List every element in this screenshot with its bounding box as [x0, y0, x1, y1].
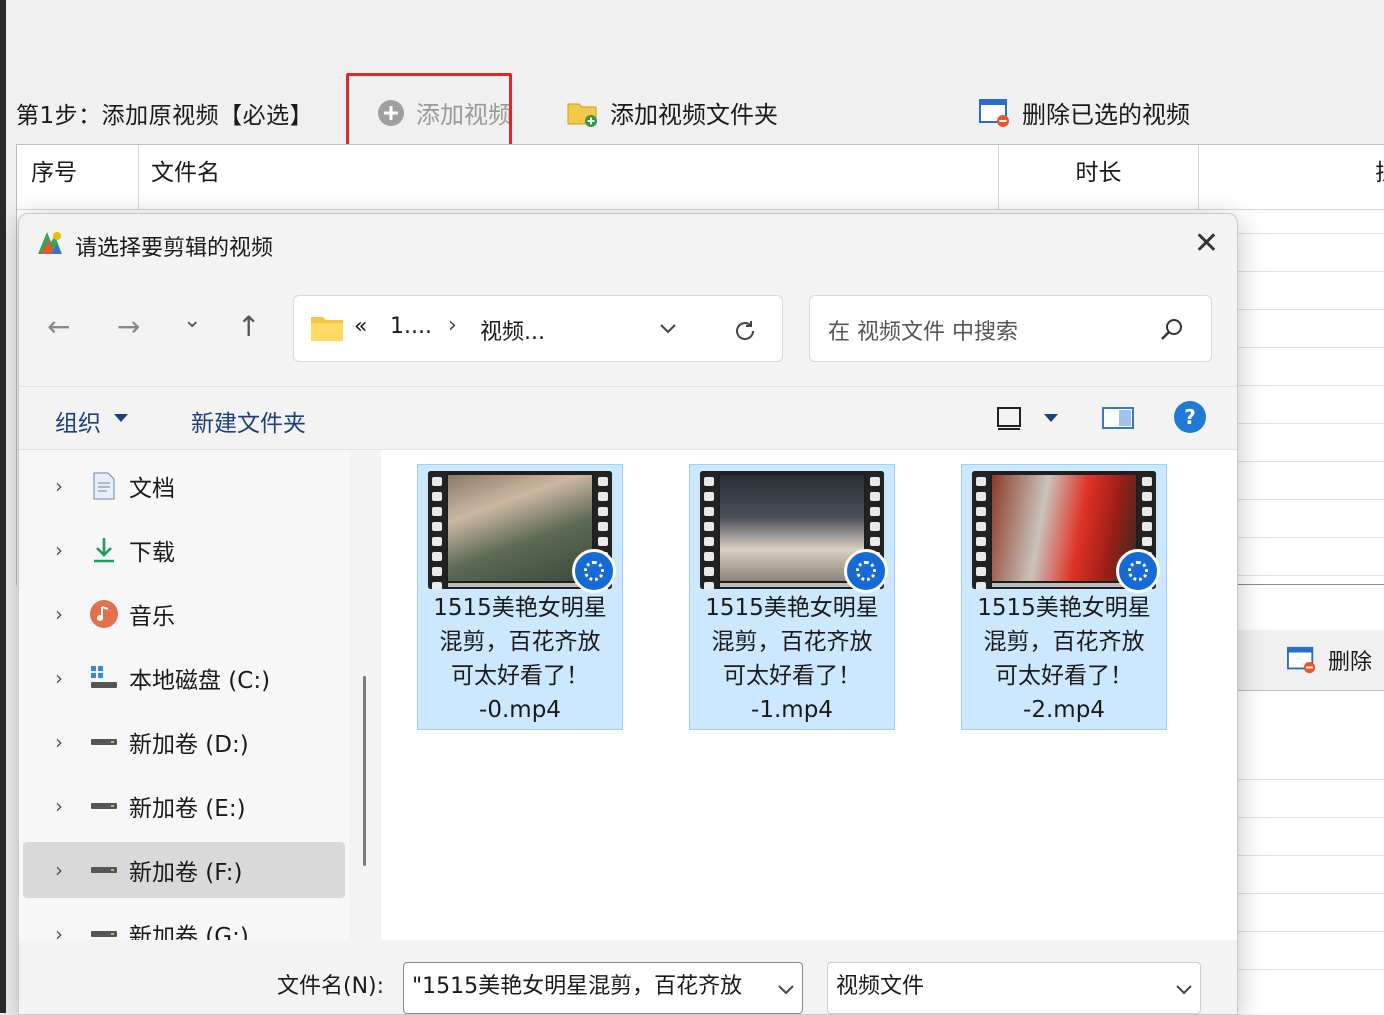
nav-label: 音乐: [129, 604, 175, 630]
chevron-right-icon[interactable]: ›: [41, 794, 77, 818]
chevron-down-icon[interactable]: [777, 984, 795, 996]
filetype-value: 视频文件: [836, 974, 925, 999]
back-arrow-icon[interactable]: ←: [47, 310, 70, 343]
filetype-select[interactable]: 视频文件: [827, 962, 1201, 1014]
chevron-right-icon[interactable]: ›: [41, 858, 77, 882]
lower-delete-button[interactable]: 删除: [1286, 644, 1372, 676]
dialog-footer: 文件名(N): "1515美艳女明星混剪，百花齐放 视频文件: [19, 940, 1237, 1014]
delete-selected-label: 删除已选的视频: [1022, 101, 1190, 129]
drive-icon: [89, 727, 119, 757]
drive-icon: [89, 855, 119, 885]
nav-label: 下载: [129, 540, 175, 566]
address-bar[interactable]: « 1.... › 视频...: [293, 295, 783, 362]
highlight-box: [346, 73, 512, 151]
nav-label: 新加卷 (E:): [129, 796, 246, 822]
pane-splitter[interactable]: [363, 676, 366, 866]
nav-item-downloads[interactable]: › 下载: [23, 522, 345, 578]
nav-item-documents[interactable]: › 文档: [23, 458, 345, 514]
video-file-badge-icon: [572, 549, 616, 593]
video-file-badge-icon: [844, 549, 888, 593]
new-folder-button[interactable]: 新建文件夹: [191, 404, 306, 438]
file-name: 1515美艳女明星 混剪，百花齐放 可太好看了！ -0.mp4: [433, 595, 607, 723]
nav-label: 文档: [129, 476, 175, 502]
dialog-title: 请选择要剪辑的视频: [75, 236, 274, 261]
drive-icon: [89, 791, 119, 821]
app-icon: [38, 232, 62, 254]
recent-locations-icon[interactable]: ⌄: [183, 308, 201, 333]
breadcrumb-item-1[interactable]: 1....: [390, 314, 432, 339]
breadcrumb-overflow[interactable]: «: [354, 314, 367, 339]
folder-icon: [311, 317, 343, 341]
col-index[interactable]: 序号: [17, 145, 139, 209]
command-bar: 组织 新建文件夹 ?: [19, 386, 1237, 450]
video-file-badge-icon: [1116, 549, 1160, 593]
filename-input[interactable]: "1515美艳女明星混剪，百花齐放: [403, 962, 803, 1014]
file-list[interactable]: 1515美艳女明星 混剪，百花齐放 可太好看了！ -0.mp4 1515美艳女明…: [381, 450, 1237, 940]
delete-window-icon: [1287, 646, 1316, 674]
chevron-right-icon[interactable]: ›: [41, 602, 77, 626]
nav-item-music[interactable]: › 音乐: [23, 586, 345, 642]
file-item[interactable]: 1515美艳女明星 混剪，百花齐放 可太好看了！ -0.mp4: [417, 464, 623, 730]
nav-item-drive-e[interactable]: › 新加卷 (E:): [23, 778, 345, 834]
chevron-right-icon[interactable]: ›: [41, 474, 77, 498]
col-filename[interactable]: 文件名: [139, 145, 999, 209]
chevron-down-icon[interactable]: [658, 322, 678, 336]
search-placeholder: 在 视频文件 中搜索: [828, 320, 1018, 345]
close-icon[interactable]: ✕: [1194, 226, 1219, 261]
file-name: 1515美艳女明星 混剪，百花齐放 可太好看了！ -1.mp4: [705, 595, 879, 723]
add-folder-button[interactable]: 添加视频文件夹: [566, 95, 778, 130]
forward-arrow-icon[interactable]: →: [117, 310, 140, 343]
folder-add-icon: [567, 103, 597, 127]
chevron-down-icon[interactable]: [1175, 984, 1193, 996]
delete-window-icon: [979, 98, 1009, 127]
open-file-dialog: 请选择要剪辑的视频 ✕ ← → ⌄ ↑ « 1.... › 视频... 在 视频…: [18, 213, 1238, 1015]
file-name: 1515美艳女明星 混剪，百花齐放 可太好看了！ -2.mp4: [977, 595, 1151, 723]
window-edge: [0, 0, 6, 1013]
view-mode-icon[interactable]: [995, 405, 1023, 431]
chevron-right-icon[interactable]: ›: [41, 730, 77, 754]
filename-value: "1515美艳女明星混剪，百花齐放: [412, 974, 743, 999]
system-drive-icon: [89, 663, 119, 693]
preview-pane-icon[interactable]: [1101, 405, 1135, 431]
organize-menu[interactable]: 组织: [55, 404, 101, 438]
nav-item-drive-c[interactable]: › 本地磁盘 (C:): [23, 650, 345, 706]
step-1-label: 第1步：添加原视频【必选】: [16, 103, 314, 129]
search-icon[interactable]: [1158, 316, 1186, 344]
add-folder-label: 添加视频文件夹: [610, 101, 778, 129]
lower-delete-label: 删除: [1328, 650, 1373, 675]
file-item[interactable]: 1515美艳女明星 混剪，百花齐放 可太好看了！ -2.mp4: [961, 464, 1167, 730]
nav-item-drive-f[interactable]: › 新加卷 (F:): [23, 842, 345, 898]
refresh-icon[interactable]: [732, 318, 758, 344]
nav-item-drive-d[interactable]: › 新加卷 (D:): [23, 714, 345, 770]
file-item[interactable]: 1515美艳女明星 混剪，百花齐放 可太好看了！ -1.mp4: [689, 464, 895, 730]
document-icon: [89, 471, 119, 501]
breadcrumb-separator: ›: [448, 313, 457, 338]
help-icon[interactable]: ?: [1174, 401, 1206, 433]
nav-label: 本地磁盘 (C:): [129, 668, 271, 694]
caret-down-icon[interactable]: [113, 413, 129, 423]
chevron-right-icon[interactable]: ›: [41, 666, 77, 690]
col-duration[interactable]: 时长: [999, 145, 1199, 209]
up-arrow-icon[interactable]: ↑: [237, 310, 260, 343]
grid-header: 序号 文件名 时长 拉: [17, 145, 1384, 210]
view-options-caret-icon[interactable]: [1043, 413, 1059, 423]
col-truncated[interactable]: 拉: [1199, 145, 1384, 209]
navigation-pane[interactable]: › 文档 › 下载 › 音乐 › 本地磁盘 (C:) › 新加卷 (D:) › …: [19, 450, 349, 950]
music-icon: [89, 599, 119, 629]
search-box[interactable]: 在 视频文件 中搜索: [809, 295, 1212, 362]
delete-selected-button[interactable]: 删除已选的视频: [978, 95, 1190, 130]
nav-label: 新加卷 (F:): [129, 860, 243, 886]
nav-label: 新加卷 (D:): [129, 732, 249, 758]
filename-label: 文件名(N):: [277, 974, 385, 999]
breadcrumb-item-2[interactable]: 视频...: [480, 314, 545, 346]
chevron-right-icon[interactable]: ›: [41, 538, 77, 562]
download-icon: [89, 535, 119, 565]
